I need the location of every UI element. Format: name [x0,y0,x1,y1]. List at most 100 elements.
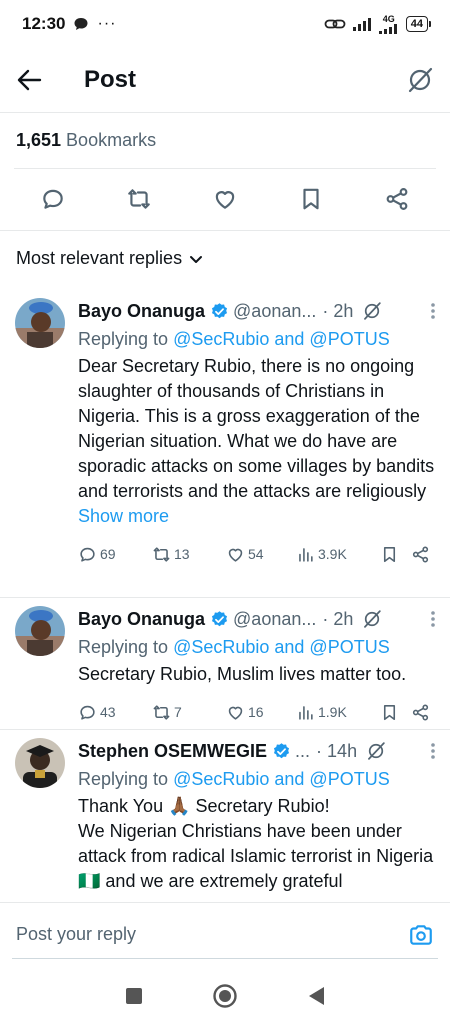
author-handle[interactable]: ... [295,741,310,762]
recents-square-icon[interactable] [124,986,144,1006]
reply-item[interactable]: Bayo Onanuga @aonan... · 2h Replying to … [0,606,450,728]
views-chart-icon [299,705,313,720]
reply-input[interactable]: Post your reply [16,924,136,945]
reply-meta: Stephen OSEMWEGIE ... · 14h [78,738,436,764]
replying-to-mentions[interactable]: @SecRubio and @POTUS [173,329,390,349]
bookmark-icon[interactable] [380,703,399,722]
reply-count: 69 [100,546,116,562]
view-count: 3.9K [318,546,347,562]
reply-divider [0,729,450,730]
grok-icon[interactable] [361,300,383,322]
home-circle-icon[interactable] [212,983,238,1009]
actions-divider [0,230,450,231]
bookmark-icon[interactable] [380,545,399,564]
like-count: 54 [248,546,264,562]
share-icon[interactable] [384,186,410,212]
bookmark-icon[interactable] [298,186,324,212]
back-arrow-icon[interactable] [16,67,42,93]
replying-to-label: Replying to [78,637,174,657]
more-options-icon[interactable] [430,742,436,760]
reply-text: Dear Secretary Rubio, there is no ongoin… [78,354,436,529]
author-name[interactable]: Bayo Onanuga [78,609,205,630]
avatar[interactable] [15,298,65,348]
reply-text: Thank You 🙏🏾 Secretary Rubio! We Nigeria… [78,794,436,894]
grok-icon[interactable] [406,66,434,94]
repost-button[interactable]: 7 [152,703,226,722]
avatar[interactable] [15,606,65,656]
status-bar: 12:30 ··· 4G 44 [0,0,450,48]
reply-time: · 2h [322,608,354,629]
like-button[interactable]: 16 [226,703,296,722]
author-handle[interactable]: @aonan... [233,609,316,630]
repost-count: 13 [174,546,190,562]
reply-icon[interactable] [40,186,66,212]
replies-sort-dropdown[interactable]: Most relevant replies [16,248,204,269]
replying-to-mentions[interactable]: @SecRubio and @POTUS [173,769,390,789]
reply-composer[interactable]: Post your reply [0,902,450,966]
share-icon[interactable] [411,545,430,564]
bookmark-count-label: Bookmarks [61,130,157,150]
replying-to: Replying to @SecRubio and @POTUS [78,766,436,792]
system-navigation-bar [0,968,450,1024]
reply-text-line2: We Nigerian Christians have been under a… [78,821,434,866]
verified-badge-icon [212,610,228,626]
reply-text-line1b: Secretary Rubio! [190,796,330,816]
bookmark-count-value: 1,651 [16,130,62,150]
reply-count-button[interactable]: 69 [78,545,152,564]
views-chart-icon [299,547,313,562]
reply-content: Stephen OSEMWEGIE ... · 14h Replying to … [78,738,436,894]
signal-icon [352,18,371,31]
author-name[interactable]: Stephen OSEMWEGIE [78,741,267,762]
repost-icon [153,546,170,562]
views-button[interactable]: 1.9K [296,703,376,722]
reply-meta: Bayo Onanuga @aonan... · 2h [78,606,436,632]
replying-to-mentions[interactable]: @SecRubio and @POTUS [173,637,390,657]
show-more-link[interactable]: Show more [78,506,169,526]
reply-content: Bayo Onanuga @aonan... · 2h Replying to … [78,606,436,723]
chevron-down-icon [190,255,203,263]
reply-count-button[interactable]: 43 [78,703,152,722]
reply-meta: Bayo Onanuga @aonan... · 2h [78,298,436,324]
reply-count: 43 [100,704,116,720]
more-options-icon[interactable] [430,610,436,628]
like-count: 16 [248,704,264,720]
author-handle[interactable]: @aonan... [233,301,316,322]
reply-item[interactable]: Stephen OSEMWEGIE ... · 14h Replying to … [0,738,450,902]
verified-badge-icon [274,742,290,758]
chat-notification-icon [74,18,88,30]
grok-icon[interactable] [365,740,387,762]
top-bar: Post [0,50,450,110]
like-button[interactable]: 54 [226,545,296,564]
camera-icon[interactable] [408,922,434,948]
replying-to: Replying to @SecRubio and @POTUS [78,634,436,660]
page-title: Post [84,66,137,93]
reply-item[interactable]: Bayo Onanuga @aonan... · 2h Replying to … [0,298,450,596]
grok-icon[interactable] [361,608,383,630]
reply-text-line1a: Thank You [78,796,169,816]
nigeria-flag-emoji: 🇳🇬 [78,871,101,891]
praying-hands-emoji: 🙏🏾 [168,796,191,816]
repost-icon[interactable] [126,186,152,212]
avatar[interactable] [15,738,65,788]
reply-text: Secretary Rubio, Muslim lives matter too… [78,664,407,684]
verified-badge-icon [212,302,228,318]
reply-stats: 69 13 54 3.9K [78,543,436,565]
back-triangle-icon[interactable] [306,985,326,1007]
replying-to: Replying to @SecRubio and @POTUS [78,326,436,352]
bookmark-count[interactable]: 1,651 Bookmarks [16,130,156,151]
composer-underline [12,958,438,959]
more-options-icon[interactable] [430,302,436,320]
reply-content: Bayo Onanuga @aonan... · 2h Replying to … [78,298,436,565]
replying-to-label: Replying to [78,769,174,789]
reply-text-body: Dear Secretary Rubio, there is no ongoin… [78,356,435,501]
share-icon[interactable] [411,703,430,722]
author-name[interactable]: Bayo Onanuga [78,301,205,322]
view-count: 1.9K [318,704,347,720]
battery-indicator: 44 [405,16,432,32]
repost-button[interactable]: 13 [152,545,226,564]
like-icon [228,548,243,562]
like-icon[interactable] [212,186,238,212]
repost-icon [153,704,170,720]
more-notifications-icon: ··· [97,15,117,32]
views-button[interactable]: 3.9K [296,545,376,564]
